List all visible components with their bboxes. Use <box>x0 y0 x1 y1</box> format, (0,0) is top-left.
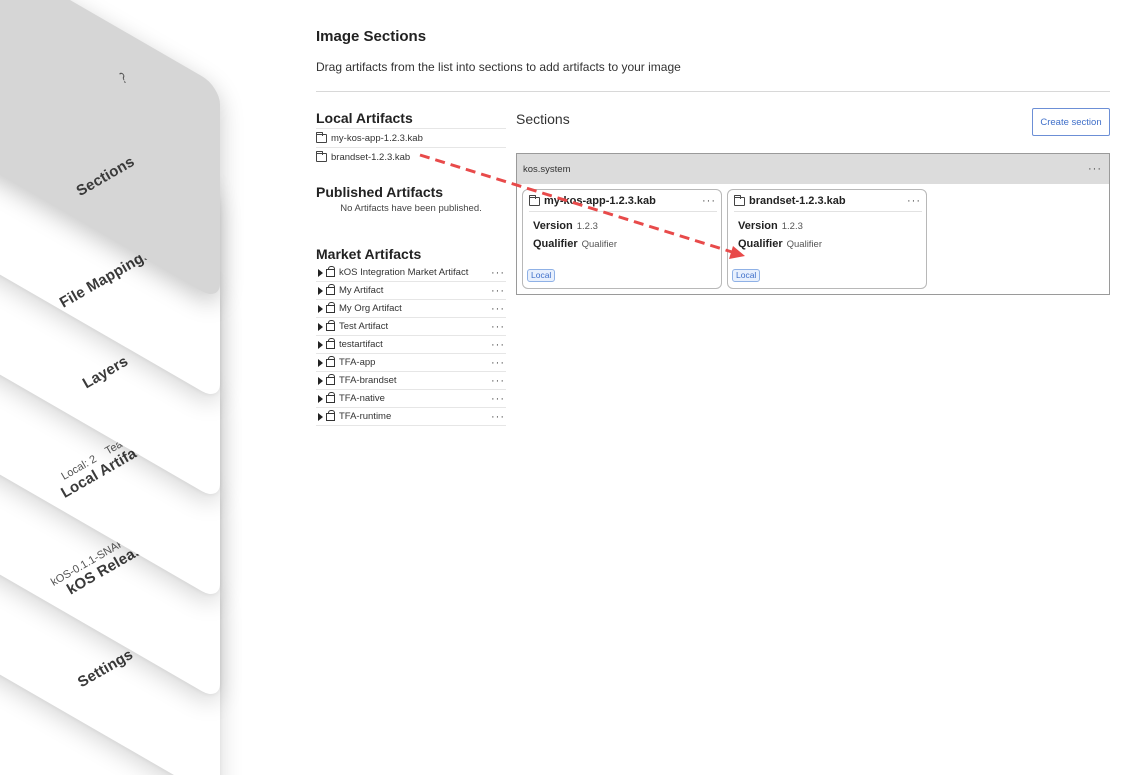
market-artifact-name: TFA-app <box>339 357 376 368</box>
local-artifact-item[interactable]: my-kos-app-1.2.3.kab <box>316 128 506 147</box>
artifact-qualifier: Qualifier Qualifier <box>738 238 822 250</box>
market-artifact-item[interactable]: TFA-brandset ··· <box>316 372 506 390</box>
local-artifact-item[interactable]: brandset-1.2.3.kab <box>316 147 506 166</box>
expand-caret-icon[interactable] <box>318 412 323 421</box>
market-artifact-name: My Artifact <box>339 285 384 296</box>
nav-tabs: ? Settings ? kOS-0.1.1-SNAPSHOT kOS Rele… <box>0 0 290 775</box>
market-artifact-item[interactable]: TFA-native ··· <box>316 390 506 408</box>
package-icon <box>326 319 335 331</box>
more-options-icon[interactable]: ··· <box>490 285 506 297</box>
more-options-icon[interactable]: ··· <box>490 411 506 423</box>
expand-caret-icon[interactable] <box>318 304 323 313</box>
expand-caret-icon[interactable] <box>318 322 323 331</box>
market-artifact-item[interactable]: TFA-app ··· <box>316 354 506 372</box>
artifact-card[interactable]: my-kos-app-1.2.3.kab ··· Version 1.2.3 Qu… <box>522 189 722 289</box>
section-name: kos.system <box>523 163 571 175</box>
market-artifact-item[interactable]: testartifact ··· <box>316 336 506 354</box>
artifact-card-title: brandset-1.2.3.kab <box>749 195 846 207</box>
artifact-qualifier: Qualifier Qualifier <box>533 238 617 250</box>
local-badge: Local <box>732 269 761 282</box>
artifact-card-header: my-kos-app-1.2.3.kab ··· <box>529 194 717 212</box>
expand-caret-icon[interactable] <box>318 268 323 277</box>
package-icon <box>326 283 335 295</box>
more-options-icon[interactable]: ··· <box>701 195 717 207</box>
local-artifact-name: brandset-1.2.3.kab <box>331 151 411 163</box>
market-artifact-name: TFA-brandset <box>339 375 397 386</box>
package-icon <box>326 301 335 313</box>
folder-icon <box>316 131 327 143</box>
market-artifact-item[interactable]: My Artifact ··· <box>316 282 506 300</box>
package-icon <box>326 265 335 277</box>
expand-caret-icon[interactable] <box>318 394 323 403</box>
folder-icon <box>529 194 540 206</box>
market-artifact-name: TFA-runtime <box>339 411 392 422</box>
artifact-card[interactable]: brandset-1.2.3.kab ··· Version 1.2.3 Qual… <box>727 189 927 289</box>
market-artifact-item[interactable]: Test Artifact ··· <box>316 318 506 336</box>
more-options-icon[interactable]: ··· <box>490 321 506 333</box>
published-artifacts-title: Published Artifacts <box>316 184 444 200</box>
package-icon <box>326 391 335 403</box>
market-artifact-name: kOS Integration Market Artifact <box>339 267 469 278</box>
expand-caret-icon[interactable] <box>318 286 323 295</box>
artifact-card-title: my-kos-app-1.2.3.kab <box>544 195 656 207</box>
market-artifact-item[interactable]: TFA-runtime ··· <box>316 408 506 426</box>
market-artifact-name: My Org Artifact <box>339 303 402 314</box>
more-options-icon[interactable]: ··· <box>490 303 506 315</box>
artifact-version: Version 1.2.3 <box>533 220 598 232</box>
market-artifact-name: testartifact <box>339 339 383 350</box>
section-drop-zone[interactable]: kos.system ··· my-kos-app-1.2.3.kab ··· … <box>516 153 1110 295</box>
local-artifacts-title: Local Artifacts <box>316 110 413 126</box>
market-artifact-name: Test Artifact <box>339 321 389 332</box>
divider <box>316 91 1110 92</box>
more-options-icon[interactable]: ··· <box>490 393 506 405</box>
page-title: Image Sections <box>316 28 427 45</box>
published-empty-message: No Artifacts have been published. <box>340 203 482 214</box>
more-options-icon[interactable]: ··· <box>906 195 922 207</box>
local-badge: Local <box>527 269 556 282</box>
more-options-icon[interactable]: ··· <box>490 357 506 369</box>
artifact-card-header: brandset-1.2.3.kab ··· <box>734 194 922 212</box>
package-icon <box>326 337 335 349</box>
expand-caret-icon[interactable] <box>318 340 323 349</box>
more-options-icon[interactable]: ··· <box>490 375 506 387</box>
market-artifact-name: TFA-native <box>339 393 385 404</box>
market-artifact-item[interactable]: My Org Artifact ··· <box>316 300 506 318</box>
market-artifacts-title: Market Artifacts <box>316 246 422 262</box>
local-artifact-name: my-kos-app-1.2.3.kab <box>331 132 423 144</box>
sections-title: Sections <box>516 111 570 127</box>
folder-icon <box>316 150 327 162</box>
create-section-button[interactable]: Create section <box>1032 108 1110 136</box>
section-header: kos.system ··· <box>517 154 1109 184</box>
artifact-version: Version 1.2.3 <box>738 220 803 232</box>
folder-icon <box>734 194 745 206</box>
help-icon[interactable]: ? <box>117 70 134 86</box>
more-options-icon[interactable]: ··· <box>1087 163 1103 175</box>
expand-caret-icon[interactable] <box>318 376 323 385</box>
package-icon <box>326 409 335 421</box>
more-options-icon[interactable]: ··· <box>490 339 506 351</box>
package-icon <box>326 355 335 367</box>
market-artifact-item[interactable]: kOS Integration Market Artifact ··· <box>316 264 506 282</box>
package-icon <box>326 373 335 385</box>
expand-caret-icon[interactable] <box>318 358 323 367</box>
page-subtitle: Drag artifacts from the list into sectio… <box>316 60 681 74</box>
more-options-icon[interactable]: ··· <box>490 267 506 279</box>
